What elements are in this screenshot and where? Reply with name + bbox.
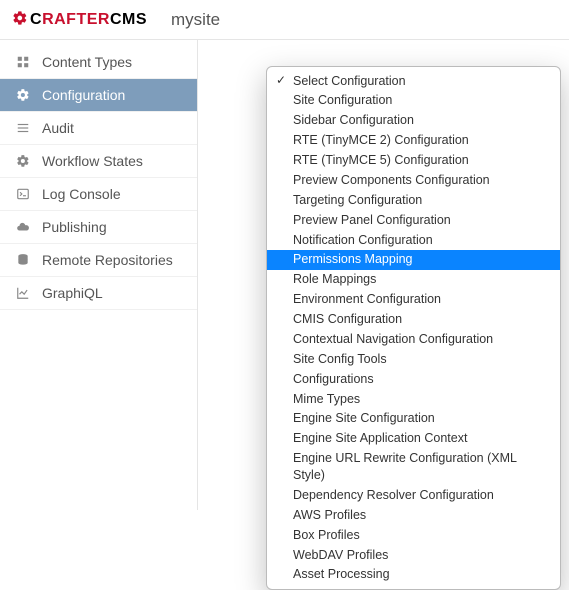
dropdown-item[interactable]: Engine Site Application Context xyxy=(267,429,560,449)
list-icon xyxy=(14,121,32,135)
dropdown-item[interactable]: Configurations xyxy=(267,369,560,389)
dropdown-item[interactable]: CMIS Configuration xyxy=(267,310,560,330)
sidebar-item-label: Audit xyxy=(42,120,74,136)
dropdown-item[interactable]: Mime Types xyxy=(267,389,560,409)
sidebar-item-audit[interactable]: Audit xyxy=(0,112,197,145)
sidebar-item-configuration[interactable]: Configuration xyxy=(0,79,197,112)
gear-icon xyxy=(12,10,28,29)
dropdown-item[interactable]: Dependency Resolver Configuration xyxy=(267,485,560,505)
sidebar-item-label: Content Types xyxy=(42,54,132,70)
dropdown-item[interactable]: Targeting Configuration xyxy=(267,190,560,210)
database-icon xyxy=(14,253,32,267)
gear-icon xyxy=(14,88,32,102)
sidebar-item-label: Publishing xyxy=(42,219,107,235)
dropdown-item[interactable]: RTE (TinyMCE 2) Configuration xyxy=(267,131,560,151)
sidebar-item-label: GraphiQL xyxy=(42,285,103,301)
site-name[interactable]: mysite xyxy=(171,10,220,30)
sidebar-item-log-console[interactable]: Log Console xyxy=(0,178,197,211)
dropdown-item[interactable]: AWS Profiles xyxy=(267,505,560,525)
dropdown-item[interactable]: Site Configuration xyxy=(267,91,560,111)
dropdown-item[interactable]: Permissions Mapping xyxy=(267,250,560,270)
dropdown-item[interactable]: RTE (TinyMCE 5) Configuration xyxy=(267,151,560,171)
sidebar: Content Types Configuration Audit Workflow … xyxy=(0,40,198,510)
terminal-icon xyxy=(14,187,32,201)
chart-icon xyxy=(14,286,32,300)
sidebar-item-workflow-states[interactable]: Workflow States xyxy=(0,145,197,178)
dropdown-item[interactable]: Environment Configuration xyxy=(267,290,560,310)
logo-text-red: RAFTER xyxy=(42,11,110,29)
sidebar-item-label: Log Console xyxy=(42,186,121,202)
dropdown-item[interactable]: Engine URL Rewrite Configuration (XML St… xyxy=(267,449,560,486)
gear-icon xyxy=(14,154,32,168)
dropdown-item[interactable]: Preview Components Configuration xyxy=(267,170,560,190)
dropdown-item[interactable]: Role Mappings xyxy=(267,270,560,290)
header: CRAFTERCMS mysite xyxy=(0,0,569,40)
sidebar-item-label: Workflow States xyxy=(42,153,143,169)
dropdown-item[interactable]: Select Configuration xyxy=(267,71,560,91)
sidebar-item-content-types[interactable]: Content Types xyxy=(0,46,197,79)
dropdown-item[interactable]: Preview Panel Configuration xyxy=(267,210,560,230)
configuration-dropdown[interactable]: Select ConfigurationSite ConfigurationSi… xyxy=(266,66,561,590)
dropdown-item[interactable]: Engine Site Configuration xyxy=(267,409,560,429)
cloud-icon xyxy=(14,220,32,234)
dropdown-item[interactable]: Site Config Tools xyxy=(267,349,560,369)
dropdown-item[interactable]: Sidebar Configuration xyxy=(267,111,560,131)
sidebar-item-label: Remote Repositories xyxy=(42,252,173,268)
grid-icon xyxy=(14,55,32,69)
logo[interactable]: CRAFTERCMS xyxy=(12,10,147,29)
dropdown-item[interactable]: Notification Configuration xyxy=(267,230,560,250)
dropdown-item[interactable]: Asset Processing xyxy=(267,565,560,585)
dropdown-item[interactable]: Contextual Navigation Configuration xyxy=(267,329,560,349)
logo-text-1: C xyxy=(30,11,42,29)
main-content: Select ConfigurationSite ConfigurationSi… xyxy=(198,40,569,510)
sidebar-item-publishing[interactable]: Publishing xyxy=(0,211,197,244)
logo-text-2: CMS xyxy=(110,11,147,29)
dropdown-item[interactable]: WebDAV Profiles xyxy=(267,545,560,565)
dropdown-item[interactable]: Box Profiles xyxy=(267,525,560,545)
sidebar-item-graphiql[interactable]: GraphiQL xyxy=(0,277,197,310)
sidebar-item-remote-repositories[interactable]: Remote Repositories xyxy=(0,244,197,277)
sidebar-item-label: Configuration xyxy=(42,87,125,103)
